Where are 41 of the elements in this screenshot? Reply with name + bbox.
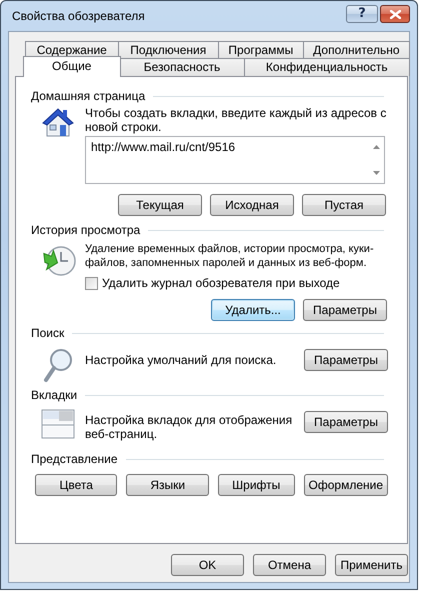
description-text: Настройка вкладок для отображения веб-страниц. <box>85 412 294 441</box>
checkbox[interactable] <box>85 276 98 290</box>
url-field[interactable]: http://www.mail.ru/cnt/9516 <box>85 136 385 184</box>
tabs-icon <box>41 409 75 439</box>
dialog-button[interactable]: Отмена <box>253 554 326 576</box>
house-icon <box>41 106 75 138</box>
dialog-button[interactable]: OK <box>171 554 244 576</box>
section-heading: История просмотра <box>31 223 142 237</box>
tab[interactable]: Подключения <box>118 41 219 59</box>
tab[interactable]: Безопасность <box>120 58 245 76</box>
tabs-button[interactable]: Параметры <box>304 411 388 433</box>
history-button[interactable]: Удалить... <box>211 299 295 321</box>
close-button[interactable] <box>380 5 410 23</box>
tab[interactable]: Общие <box>23 56 120 77</box>
description-text: Удаление временных файлов, истории просмотра, куки-файлов, запомненных паролей и данных из веб-форм. <box>85 242 375 270</box>
scroll-down-icon[interactable] <box>373 171 380 175</box>
help-button[interactable]: ? <box>346 5 378 23</box>
instruction-text: Чтобы создать вкладки, введите каждый из адресов с новой строки. <box>85 106 388 134</box>
search-icon <box>42 347 74 383</box>
appearance-button[interactable]: Цвета <box>35 474 118 496</box>
appearance-button[interactable]: Оформление <box>304 474 388 496</box>
appearance-button[interactable]: Шрифты <box>218 474 295 496</box>
scroll-up-icon[interactable] <box>373 145 380 149</box>
dialog-button[interactable]: Применить <box>335 554 408 576</box>
appearance-button[interactable]: Языки <box>126 474 209 496</box>
section-heading: Домашняя страница <box>31 89 146 103</box>
search-button[interactable]: Параметры <box>304 349 388 371</box>
home-button[interactable]: Пустая <box>302 194 386 216</box>
checkbox-label[interactable]: Удалить журнал обозревателя при выходе <box>102 276 340 290</box>
home-button[interactable]: Текущая <box>118 194 202 216</box>
tab[interactable]: Программы <box>218 41 304 59</box>
home-button[interactable]: Исходная <box>210 194 294 216</box>
section-heading: Представление <box>31 452 119 466</box>
window-title: Свойства обозревателя <box>11 9 145 23</box>
section-heading: Поиск <box>31 326 66 340</box>
tab[interactable]: Конфиденциальность <box>244 58 410 76</box>
history-button[interactable]: Параметры <box>303 299 387 321</box>
section-heading: Вкладки <box>31 388 78 402</box>
tab[interactable]: Дополнительно <box>302 41 410 59</box>
description-text: Настройка умолчаний для поиска. <box>85 352 278 367</box>
close-icon <box>390 10 400 18</box>
